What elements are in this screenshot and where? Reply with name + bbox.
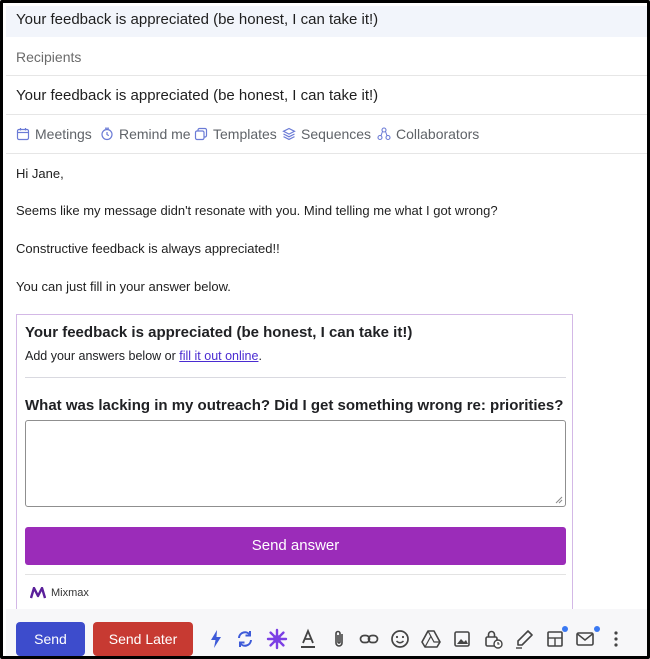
attachment-icon[interactable]: [328, 628, 350, 650]
message-line-2: Constructive feedback is always apprecia…: [16, 241, 280, 256]
subject-text: Your feedback is appreciated (be honest,…: [16, 87, 379, 104]
confidential-lock-icon[interactable]: [482, 628, 504, 650]
message-greeting: Hi Jane,: [16, 166, 64, 181]
subject-field[interactable]: Your feedback is appreciated (be honest,…: [6, 76, 647, 115]
sync-icon[interactable]: [234, 628, 256, 650]
mixmax-spark-icon[interactable]: [266, 628, 288, 650]
sequences-label: Sequences: [301, 126, 372, 142]
survey-subtitle-suffix: .: [258, 349, 262, 363]
calendar-icon: [16, 128, 30, 141]
send-answer-button[interactable]: Send answer: [25, 527, 566, 565]
compose-title-bar[interactable]: Your feedback is appreciated (be honest,…: [6, 6, 647, 37]
mixmax-toolbar: Meetings Remind me Templates Sequences C…: [6, 115, 647, 154]
collaborators-button[interactable]: Collaborators: [377, 126, 479, 142]
clock-icon: [101, 127, 113, 141]
mixmax-brand[interactable]: Mixmax: [30, 587, 89, 599]
remind-me-button[interactable]: Remind me: [100, 126, 191, 142]
compose-title: Your feedback is appreciated (be honest,…: [16, 11, 379, 28]
lightning-icon[interactable]: [205, 628, 227, 650]
survey-card: Your feedback is appreciated (be honest,…: [16, 314, 573, 619]
templates-icon: [194, 127, 208, 141]
photo-icon[interactable]: [451, 628, 473, 650]
remind-me-label: Remind me: [119, 126, 191, 142]
message-line-3: You can just fill in your answer below.: [16, 279, 231, 294]
layers-icon: [282, 127, 296, 141]
fill-online-link[interactable]: fill it out online: [179, 349, 258, 363]
templates-label: Templates: [213, 126, 277, 142]
sequences-button[interactable]: Sequences: [282, 126, 371, 142]
answer-textarea[interactable]: [25, 420, 566, 507]
survey-divider: [25, 377, 566, 378]
meetings-label: Meetings: [35, 126, 92, 142]
mixmax-brand-label: Mixmax: [51, 587, 89, 599]
templates-button[interactable]: Templates: [194, 126, 277, 142]
survey-footer-divider: [25, 574, 566, 575]
mail-icon[interactable]: [574, 628, 596, 650]
more-options-icon[interactable]: [605, 628, 627, 650]
message-line-1: Seems like my message didn't resonate wi…: [16, 203, 498, 218]
people-icon: [377, 127, 391, 141]
compose-window: Your feedback is appreciated (be honest,…: [0, 0, 650, 659]
layout-notification-dot: [562, 626, 568, 632]
drive-icon[interactable]: [420, 628, 442, 650]
recipients-field[interactable]: Recipients: [6, 38, 647, 76]
send-button[interactable]: Send: [16, 622, 85, 656]
collaborators-label: Collaborators: [396, 126, 480, 142]
recipients-placeholder: Recipients: [16, 49, 82, 65]
survey-question: What was lacking in my outreach? Did I g…: [25, 397, 564, 414]
emoji-icon[interactable]: [389, 628, 411, 650]
survey-subtitle-prefix: Add your answers below or: [25, 349, 180, 363]
mail-notification-dot: [594, 626, 600, 632]
resize-grip-icon[interactable]: [555, 496, 563, 504]
text-format-icon[interactable]: [297, 628, 319, 650]
send-later-button[interactable]: Send Later: [93, 622, 193, 656]
link-icon[interactable]: [358, 628, 380, 650]
compose-bottom-toolbar: Send Send Later: [6, 609, 647, 656]
meetings-button[interactable]: Meetings: [16, 126, 92, 142]
survey-title: Your feedback is appreciated (be honest,…: [25, 324, 413, 341]
signature-pen-icon[interactable]: [513, 628, 535, 650]
mixmax-logo-icon: [30, 587, 46, 599]
survey-subtitle: Add your answers below or fill it out on…: [25, 349, 262, 363]
